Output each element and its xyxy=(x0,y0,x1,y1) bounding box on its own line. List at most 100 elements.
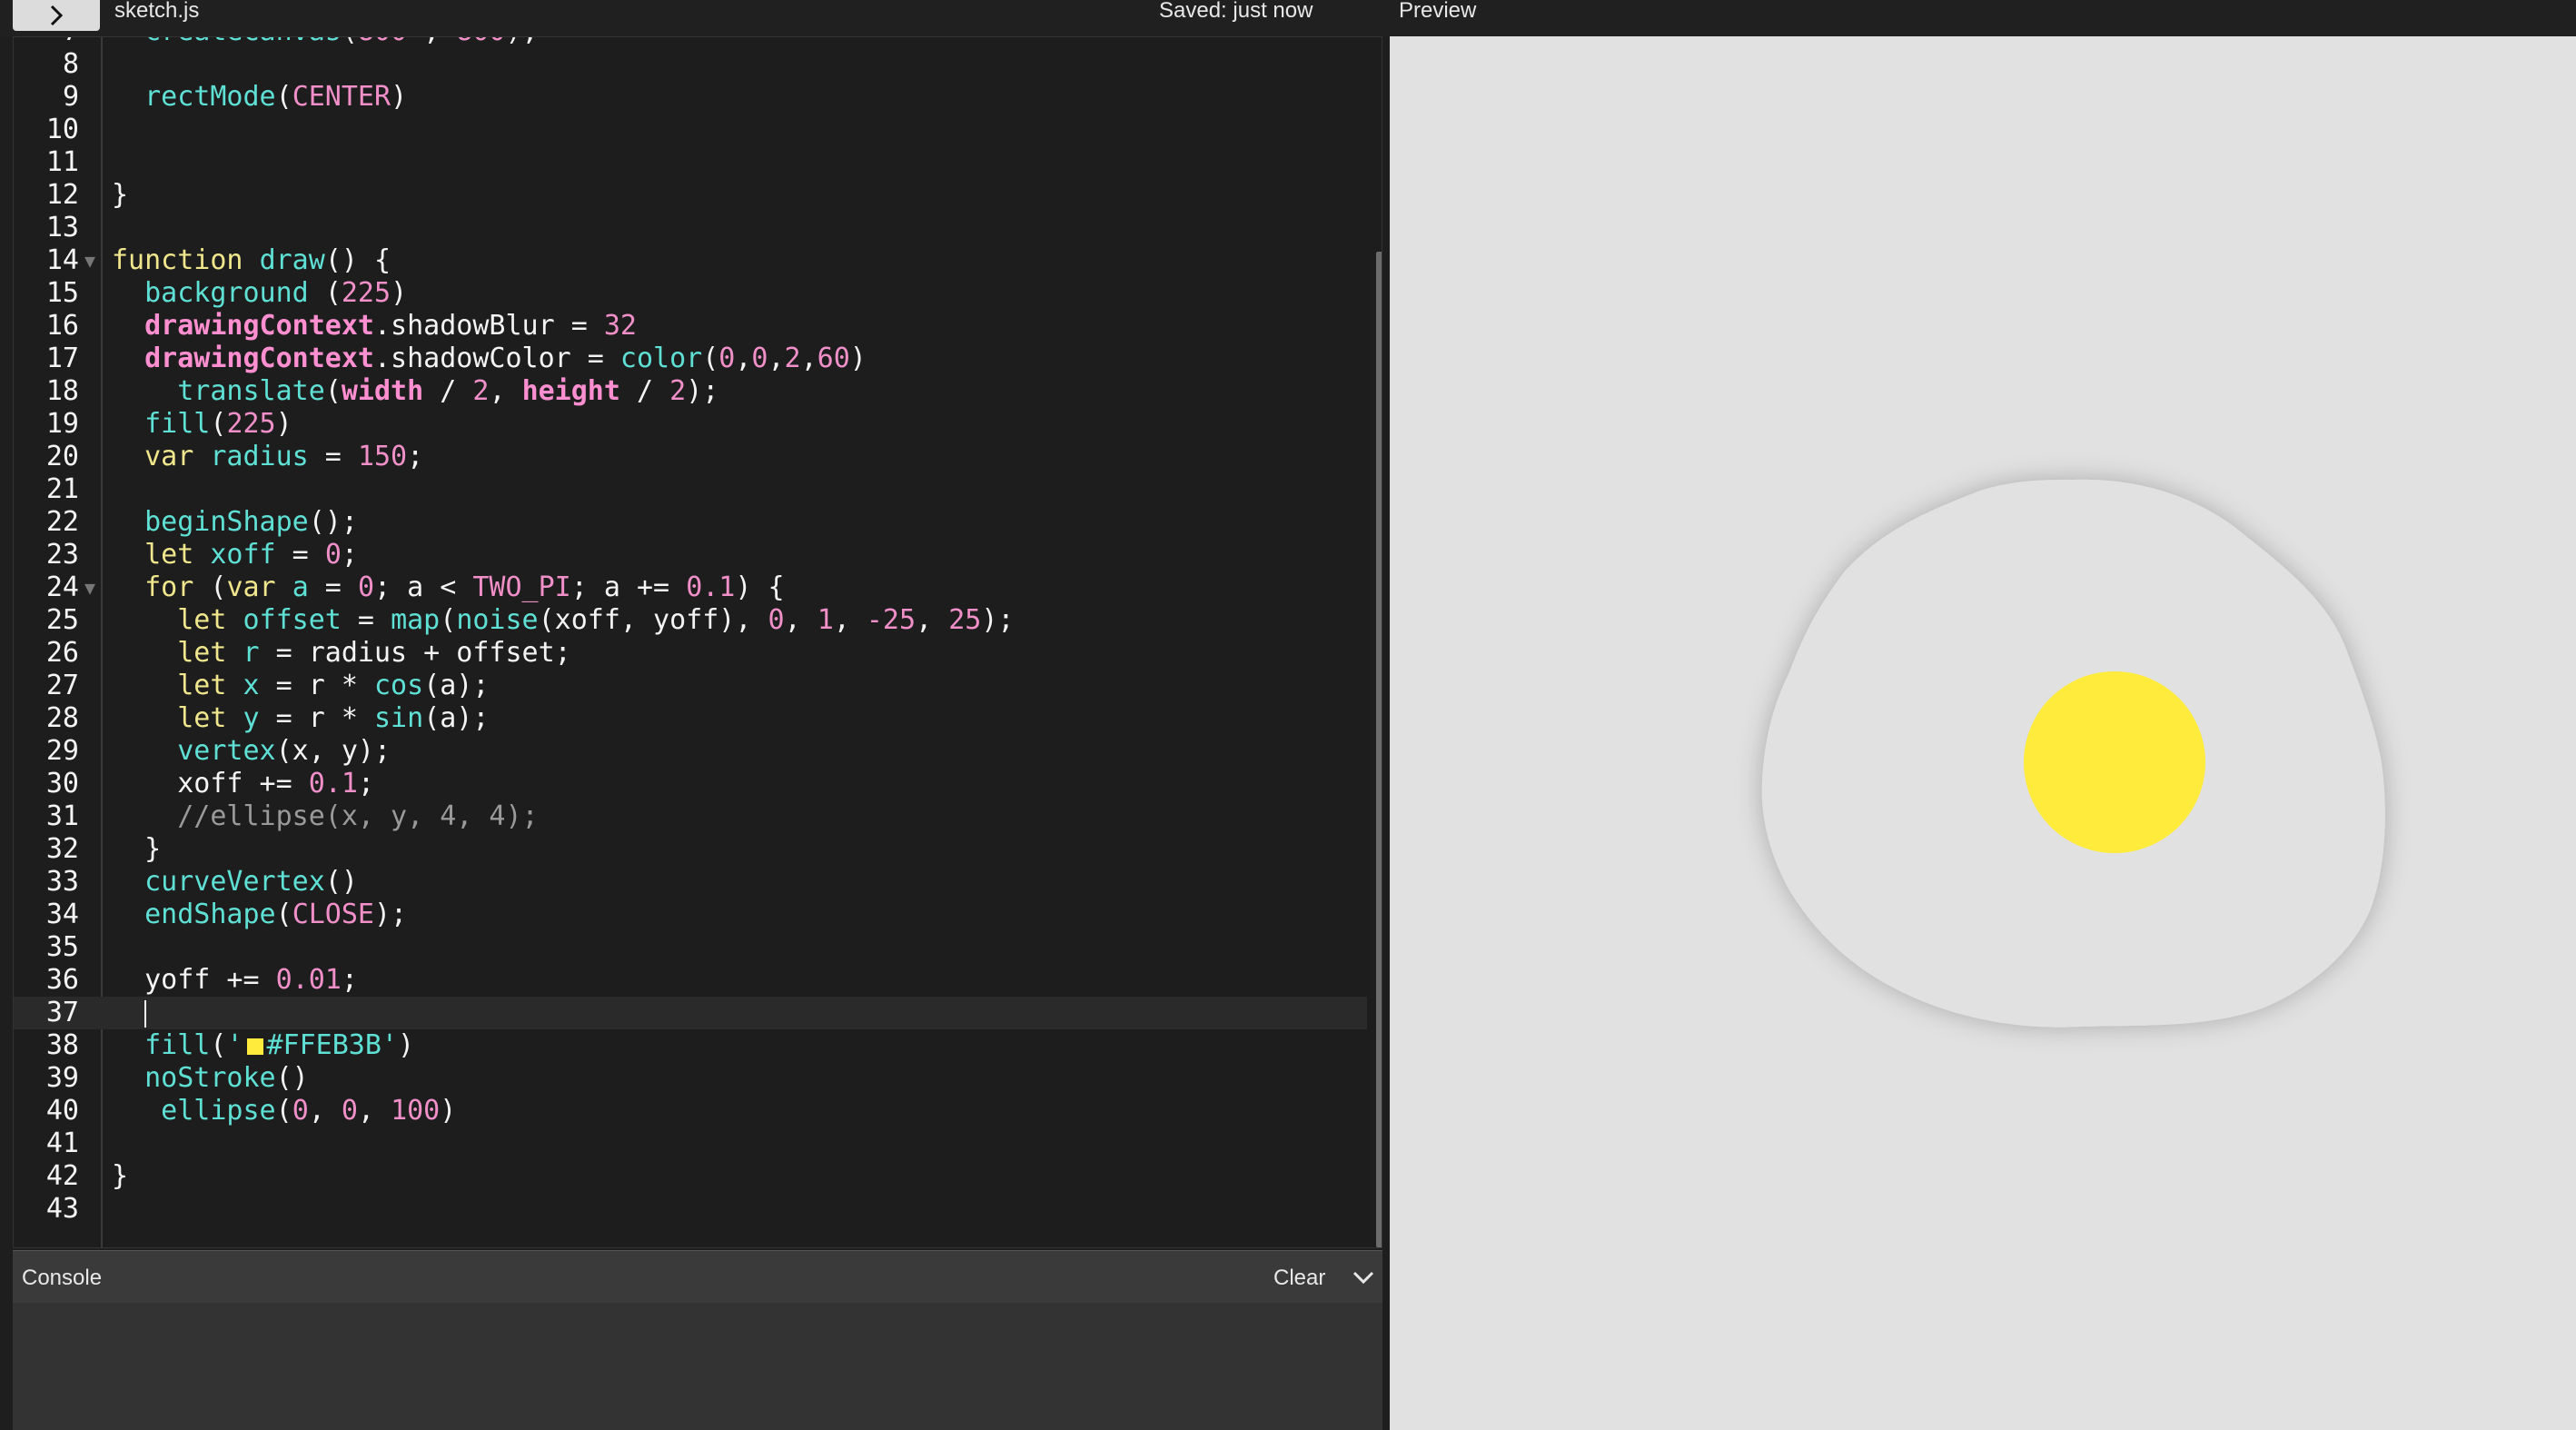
code-line[interactable]: 35 xyxy=(14,931,1382,964)
code-token: -25 xyxy=(866,604,916,636)
code-line[interactable]: 16 drawingContext.shadowBlur = 32 xyxy=(14,310,1382,343)
code-token: let xyxy=(112,702,243,734)
code-line[interactable]: 14 ▼ function draw() { xyxy=(14,244,1382,277)
code-token: 0 xyxy=(768,604,785,636)
code-line[interactable]: 9 rectMode(CENTER) xyxy=(14,81,1382,114)
code-token: ); xyxy=(686,375,719,407)
code-text: } xyxy=(112,1160,128,1193)
line-number: 13 xyxy=(45,212,79,243)
editor-scrollbar-thumb[interactable] xyxy=(1376,252,1382,1247)
expand-sidebar-button[interactable] xyxy=(13,0,100,31)
code-line[interactable]: 23 let xoff = 0; xyxy=(14,539,1382,571)
code-token: fill xyxy=(112,408,211,440)
console-clear-button[interactable]: Clear xyxy=(1273,1266,1325,1291)
code-line[interactable]: 31 //ellipse(x, y, 4, 4); xyxy=(14,800,1382,833)
code-line[interactable]: 38 fill(' #FFEB3B') xyxy=(14,1029,1382,1062)
code-text: curveVertex() xyxy=(112,866,358,899)
code-token: ' xyxy=(226,1029,243,1061)
code-token: cos xyxy=(374,670,424,701)
code-token: ) { xyxy=(735,571,785,603)
line-number: 43 xyxy=(45,1193,79,1225)
code-token: color xyxy=(619,343,703,374)
line-number: 39 xyxy=(45,1062,79,1094)
code-line[interactable]: 33 curveVertex() xyxy=(14,866,1382,899)
code-line[interactable]: 37 xyxy=(14,997,1382,1029)
code-line[interactable]: 26 let r = radius + offset; xyxy=(14,637,1382,670)
code-line[interactable]: 43 xyxy=(14,1193,1382,1226)
code-token: radius xyxy=(210,441,309,472)
code-line[interactable]: 10 xyxy=(14,114,1382,146)
code-line[interactable]: 28 let y = r * sin(a); xyxy=(14,702,1382,735)
code-token: } xyxy=(112,179,129,211)
code-text: background (225) xyxy=(112,277,407,310)
line-number: 33 xyxy=(45,866,79,898)
code-line[interactable]: 34 endShape(CLOSE); xyxy=(14,899,1382,931)
code-line[interactable]: 22 beginShape(); xyxy=(14,506,1382,539)
code-line[interactable]: 29 vertex(x, y); xyxy=(14,735,1382,768)
code-text: //ellipse(x, y, 4, 4); xyxy=(112,800,538,833)
code-token: ; a < xyxy=(374,571,473,603)
color-swatch-icon[interactable] xyxy=(246,1038,263,1055)
code-token: height xyxy=(521,375,620,407)
line-number: 19 xyxy=(45,408,79,440)
code-token: ; xyxy=(341,964,358,996)
code-token: = xyxy=(308,571,358,603)
code-token: ( xyxy=(275,1095,292,1127)
code-line[interactable]: 41 xyxy=(14,1127,1382,1160)
code-line[interactable]: 7 createCanvas(800 , 800); xyxy=(14,37,1382,48)
code-line[interactable]: 13 xyxy=(14,212,1382,244)
code-text: fill(' #FFEB3B') xyxy=(112,1029,414,1062)
line-number: 40 xyxy=(45,1095,79,1127)
code-line[interactable]: 32 } xyxy=(14,833,1382,866)
line-number: 36 xyxy=(45,964,79,996)
code-line[interactable]: 40 ellipse(0, 0, 100) xyxy=(14,1095,1382,1127)
code-editor[interactable]: 7 createCanvas(800 , 800);89 rectMode(CE… xyxy=(13,36,1382,1248)
code-line[interactable]: 18 translate(width / 2, height / 2); xyxy=(14,375,1382,408)
code-line[interactable]: 17 drawingContext.shadowColor = color(0,… xyxy=(14,343,1382,375)
code-text: endShape(CLOSE); xyxy=(112,899,407,931)
code-token: , xyxy=(308,1095,342,1127)
code-token: ( xyxy=(275,81,292,113)
code-line[interactable]: 25 let offset = map(noise(xoff, yoff), 0… xyxy=(14,604,1382,637)
code-token: 225 xyxy=(226,408,276,440)
console-output[interactable] xyxy=(13,1303,1382,1430)
preview-canvas xyxy=(1390,36,2576,1430)
fold-toggle-icon[interactable]: ▼ xyxy=(84,571,95,604)
fold-toggle-icon[interactable]: ▼ xyxy=(84,244,95,277)
code-token: 800 xyxy=(456,37,505,47)
code-token: 0 xyxy=(292,1095,309,1127)
code-line[interactable]: 8 xyxy=(14,48,1382,81)
code-line[interactable]: 39 noStroke() xyxy=(14,1062,1382,1095)
code-token: 225 xyxy=(341,277,391,309)
line-number: 24 xyxy=(45,571,79,603)
code-line[interactable]: 19 fill(225) xyxy=(14,408,1382,441)
code-line[interactable]: 20 var radius = 150; xyxy=(14,441,1382,473)
code-text: } xyxy=(112,833,161,866)
code-token: ( xyxy=(324,375,342,407)
code-token: (x, y); xyxy=(275,735,391,767)
console-collapse-button[interactable] xyxy=(1348,1262,1379,1293)
code-token: ) xyxy=(275,408,292,440)
chevron-right-icon xyxy=(50,5,64,26)
code-line[interactable]: 24 ▼ for (var a = 0; a < TWO_PI; a += 0.1… xyxy=(14,571,1382,604)
code-line[interactable]: 12} xyxy=(14,179,1382,212)
code-token: ) xyxy=(398,1029,415,1061)
code-token: CENTER xyxy=(292,81,391,113)
code-line[interactable]: 21 xyxy=(14,473,1382,506)
code-line[interactable]: 42} xyxy=(14,1160,1382,1193)
code-text: ellipse(0, 0, 100) xyxy=(112,1095,456,1127)
code-token: function xyxy=(112,244,260,276)
code-text: noStroke() xyxy=(112,1062,309,1095)
code-line[interactable]: 27 let x = r * cos(a); xyxy=(14,670,1382,702)
code-token: map xyxy=(391,604,441,636)
code-line[interactable]: 11 xyxy=(14,146,1382,179)
code-token: a xyxy=(292,571,309,603)
code-token: 25 xyxy=(948,604,982,636)
line-number: 16 xyxy=(45,310,79,342)
code-token: x xyxy=(243,670,260,701)
code-line[interactable]: 36 yoff += 0.01; xyxy=(14,964,1382,997)
code-line[interactable]: 30 xoff += 0.1; xyxy=(14,768,1382,800)
file-name-tab[interactable]: sketch.js xyxy=(114,0,199,22)
code-line[interactable]: 15 background (225) xyxy=(14,277,1382,310)
line-number: 35 xyxy=(45,931,79,963)
